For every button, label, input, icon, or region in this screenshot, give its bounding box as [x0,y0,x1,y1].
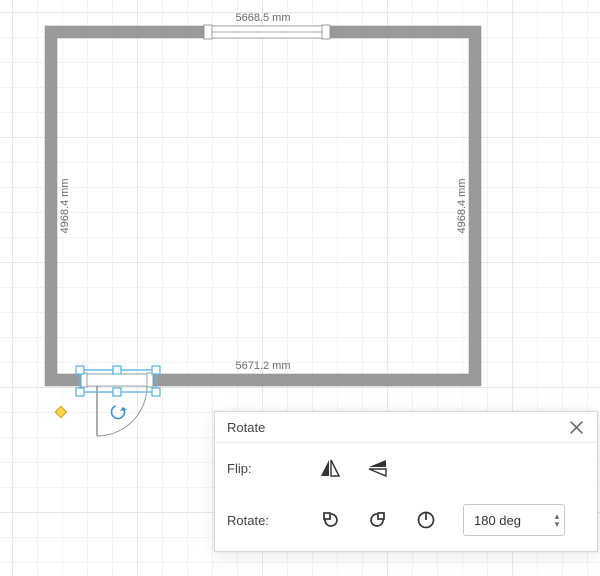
rotate-cw-icon [368,510,388,530]
rotate-angle-input[interactable]: ▴ ▾ [463,504,565,536]
rotate-angle-field[interactable] [464,506,550,534]
rotate-dialog[interactable]: Rotate Flip: Rotate: [214,411,598,552]
flip-label: Flip: [227,461,313,476]
rotate-ccw-button[interactable] [313,505,347,535]
rotate-cw-button[interactable] [361,505,395,535]
dialog-title: Rotate [227,420,265,435]
window-top[interactable] [204,25,330,39]
angle-icon [416,510,436,530]
dimension-right: 4968.4 mm [456,178,468,233]
flip-horizontal-icon [320,459,340,477]
dimension-bottom: 5671.2 mm [235,360,290,372]
dimension-top: 5668.5 mm [235,12,290,24]
dialog-close-button[interactable] [565,416,587,438]
rotate-ccw-icon [320,510,340,530]
flip-horizontal-button[interactable] [313,453,347,483]
flip-vertical-icon [368,459,388,477]
dimension-left: 4968.4 mm [59,178,71,233]
rotate-label: Rotate: [227,513,313,528]
flip-vertical-button[interactable] [361,453,395,483]
spinner-down-button[interactable]: ▾ [555,520,560,528]
rotate-custom-angle-button[interactable] [409,505,443,535]
close-icon [570,421,583,434]
